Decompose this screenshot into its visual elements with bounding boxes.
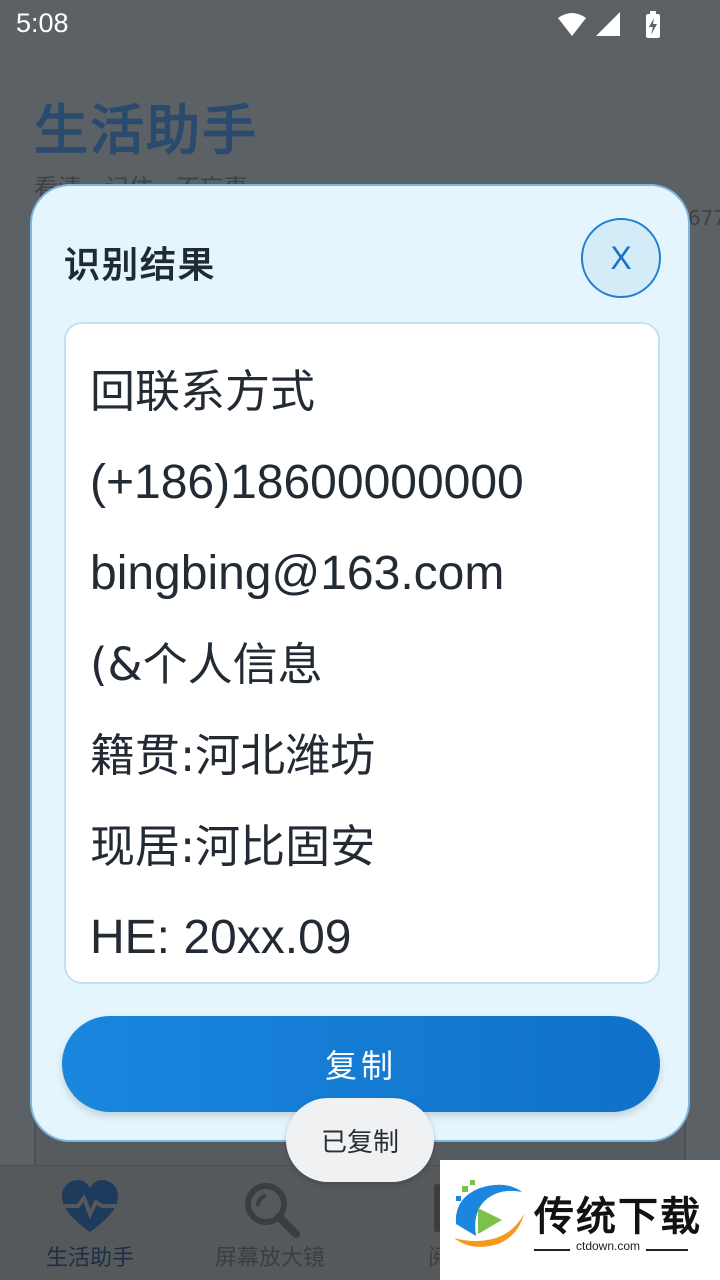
nav-label-life-assistant: 生活助手: [45, 1246, 134, 1271]
status-icons: [558, 11, 660, 38]
magnifier-icon: [245, 1183, 300, 1238]
dialog-title: 识别结果: [64, 245, 217, 286]
watermark-url: ctdown.com: [570, 1239, 647, 1253]
close-button[interactable]: X: [581, 218, 661, 298]
result-line: 籍贯:河北潍坊: [90, 729, 376, 782]
nav-item-screen-magnifier[interactable]: 屏幕放大镜: [180, 1166, 360, 1280]
result-line: 回联系方式: [90, 365, 316, 418]
status-time: 5:08: [16, 8, 69, 38]
side-number: 677: [687, 206, 720, 230]
result-dialog: 识别结果 X 回联系方式 (+186)18600000000 bingbing@…: [30, 184, 690, 1142]
ctdown-logo-icon: [454, 1180, 524, 1247]
heart-pulse-icon: [62, 1180, 118, 1232]
signal-icon: [596, 12, 620, 36]
watermark: 传统下载 ctdown.com: [440, 1160, 720, 1280]
result-line: HE: 20xx.09: [90, 911, 352, 964]
watermark-brand: 传统下载: [534, 1194, 702, 1240]
battery-icon: [646, 11, 660, 38]
nav-label-screen-magnifier: 屏幕放大镜: [214, 1246, 325, 1271]
nav-item-life-assistant[interactable]: 生活助手: [0, 1166, 180, 1280]
result-text-box[interactable]: 回联系方式 (+186)18600000000 bingbing@163.com…: [64, 322, 660, 984]
result-line: (&个人信息: [90, 638, 323, 691]
result-line: bingbing@163.com: [90, 547, 505, 600]
wifi-icon: [558, 13, 586, 36]
status-bar: 5:08: [0, 0, 720, 50]
app-title: 生活助手: [34, 99, 258, 162]
result-line: (+186)18600000000: [90, 456, 524, 509]
result-line: 现居:河比固安: [90, 820, 376, 873]
copied-toast: 已复制: [286, 1098, 434, 1182]
